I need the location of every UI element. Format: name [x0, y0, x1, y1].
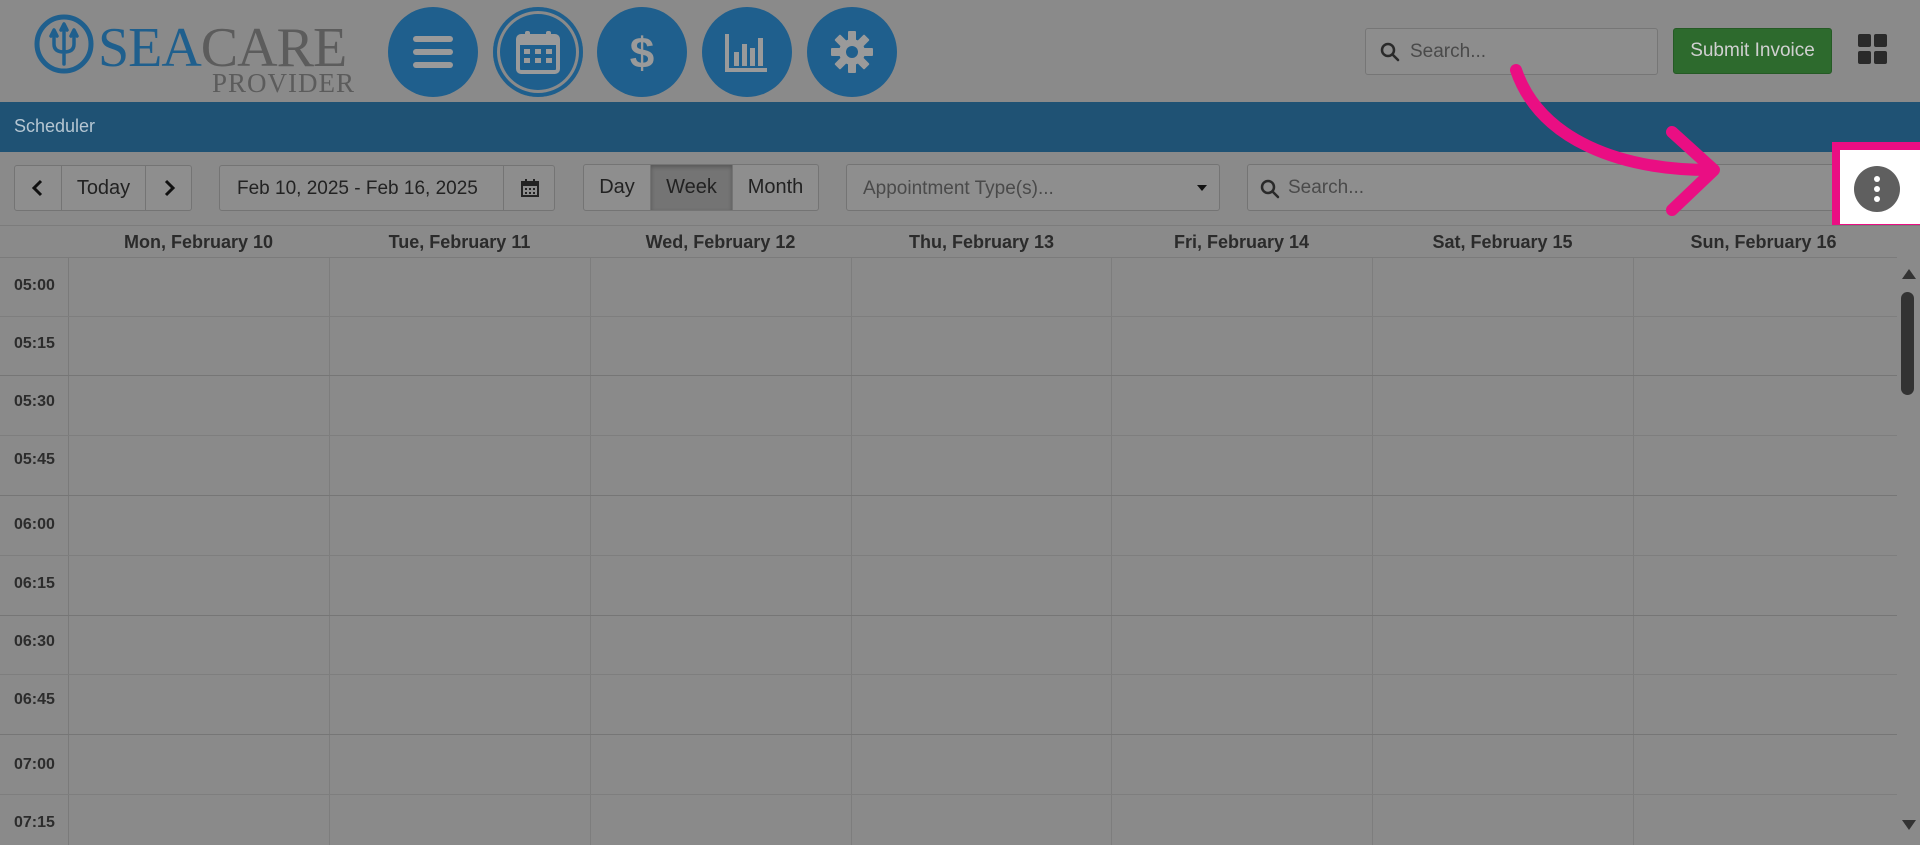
- page-title: Scheduler: [14, 116, 96, 136]
- trident-logo-icon: [34, 14, 94, 74]
- day-divider: [1372, 258, 1373, 845]
- search-icon: [1380, 42, 1400, 62]
- page-title-bar: Scheduler: [0, 102, 1920, 152]
- date-range-picker[interactable]: Feb 10, 2025 - Feb 16, 2025: [219, 165, 555, 211]
- svg-text:$: $: [630, 29, 654, 76]
- scheduler-search-input[interactable]: [1288, 165, 1808, 210]
- time-label: 05:15: [14, 335, 55, 352]
- slot-line: [0, 435, 1897, 436]
- scroll-down-arrow-icon[interactable]: [1902, 820, 1916, 830]
- view-week-button[interactable]: Week: [650, 164, 733, 211]
- nav-calendar-button[interactable]: [493, 7, 583, 97]
- slot-line: [0, 674, 1897, 675]
- time-label: 06:45: [14, 691, 55, 708]
- slot-line: [0, 495, 1897, 496]
- week-day-header: Mon, February 10 Tue, February 11 Wed, F…: [0, 225, 1920, 255]
- logo-subtitle: PROVIDER: [212, 68, 356, 98]
- next-week-button[interactable]: [145, 165, 192, 211]
- day-divider: [1111, 258, 1112, 845]
- scrollbar-thumb[interactable]: [1901, 292, 1914, 395]
- view-day-button[interactable]: Day: [583, 164, 651, 211]
- submit-invoice-button[interactable]: Submit Invoice: [1673, 28, 1832, 74]
- day-divider: [1633, 258, 1634, 845]
- day-header: Fri, February 14: [1173, 232, 1310, 252]
- slot-line: [0, 794, 1897, 795]
- prev-week-button[interactable]: [14, 165, 62, 211]
- apps-grid-icon[interactable]: [1858, 34, 1888, 64]
- seacare-logo[interactable]: SEACARE PROVIDER: [34, 12, 364, 97]
- appointment-type-select[interactable]: Appointment Type(s)...: [846, 164, 1220, 211]
- nav-reports-button[interactable]: [702, 7, 792, 97]
- global-search: [1365, 28, 1658, 75]
- slot-line: [0, 555, 1897, 556]
- day-header: Sun, February 16: [1690, 232, 1837, 252]
- top-header: SEACARE PROVIDER $ Submit Invo: [0, 0, 1920, 102]
- day-header: Tue, February 11: [388, 232, 531, 252]
- day-divider: [851, 258, 852, 845]
- slot-line: [0, 316, 1897, 317]
- time-label: 05:30: [14, 393, 55, 410]
- highlight-box: [1832, 142, 1920, 232]
- dollar-icon: $: [630, 29, 654, 76]
- time-label: 07:00: [14, 756, 55, 773]
- scroll-up-arrow-icon[interactable]: [1902, 269, 1916, 279]
- calendar-grid[interactable]: 05:00 05:15 05:30 05:45 06:00 06:15 06:3…: [0, 257, 1897, 845]
- kebab-dot: [1874, 196, 1880, 202]
- kebab-dot: [1874, 186, 1880, 192]
- day-header: Mon, February 10: [123, 232, 274, 252]
- slot-line: [0, 734, 1897, 735]
- scheduler-search: [1247, 164, 1847, 211]
- search-icon: [1260, 179, 1280, 199]
- date-picker-button[interactable]: [503, 166, 555, 210]
- appointment-type-placeholder: Appointment Type(s)...: [863, 178, 1054, 199]
- time-label: 06:00: [14, 516, 55, 533]
- chevron-right-icon: [164, 179, 175, 197]
- time-label: 05:45: [14, 451, 55, 468]
- chevron-left-icon: [31, 179, 43, 197]
- calendar-scrollbar[interactable]: [1897, 257, 1920, 845]
- calendar-icon: [516, 31, 560, 74]
- calendar-icon: [520, 179, 539, 197]
- caret-down-icon: [1197, 185, 1207, 191]
- slot-line: [0, 375, 1897, 376]
- time-label: 06:15: [14, 575, 55, 592]
- time-label: 07:15: [14, 814, 55, 831]
- slot-line: [0, 615, 1897, 616]
- day-divider: [329, 258, 330, 845]
- time-label: 05:00: [14, 277, 55, 294]
- nav-billing-button[interactable]: $: [597, 7, 687, 97]
- date-range-value: Feb 10, 2025 - Feb 16, 2025: [237, 178, 478, 199]
- day-divider: [590, 258, 591, 845]
- view-month-button[interactable]: Month: [732, 164, 819, 211]
- nav-menu-button[interactable]: [388, 7, 478, 97]
- gear-icon: [831, 31, 873, 73]
- day-header: Wed, February 12: [645, 232, 796, 252]
- day-header: Sat, February 15: [1432, 232, 1573, 252]
- kebab-dot: [1874, 176, 1880, 182]
- day-header: Thu, February 13: [908, 232, 1055, 252]
- time-label: 06:30: [14, 633, 55, 650]
- today-button[interactable]: Today: [61, 165, 146, 211]
- bar-chart-icon: [725, 34, 767, 72]
- more-options-button[interactable]: [1854, 166, 1900, 212]
- menu-icon: [413, 36, 453, 68]
- global-search-input[interactable]: [1410, 29, 1650, 74]
- nav-settings-button[interactable]: [807, 7, 897, 97]
